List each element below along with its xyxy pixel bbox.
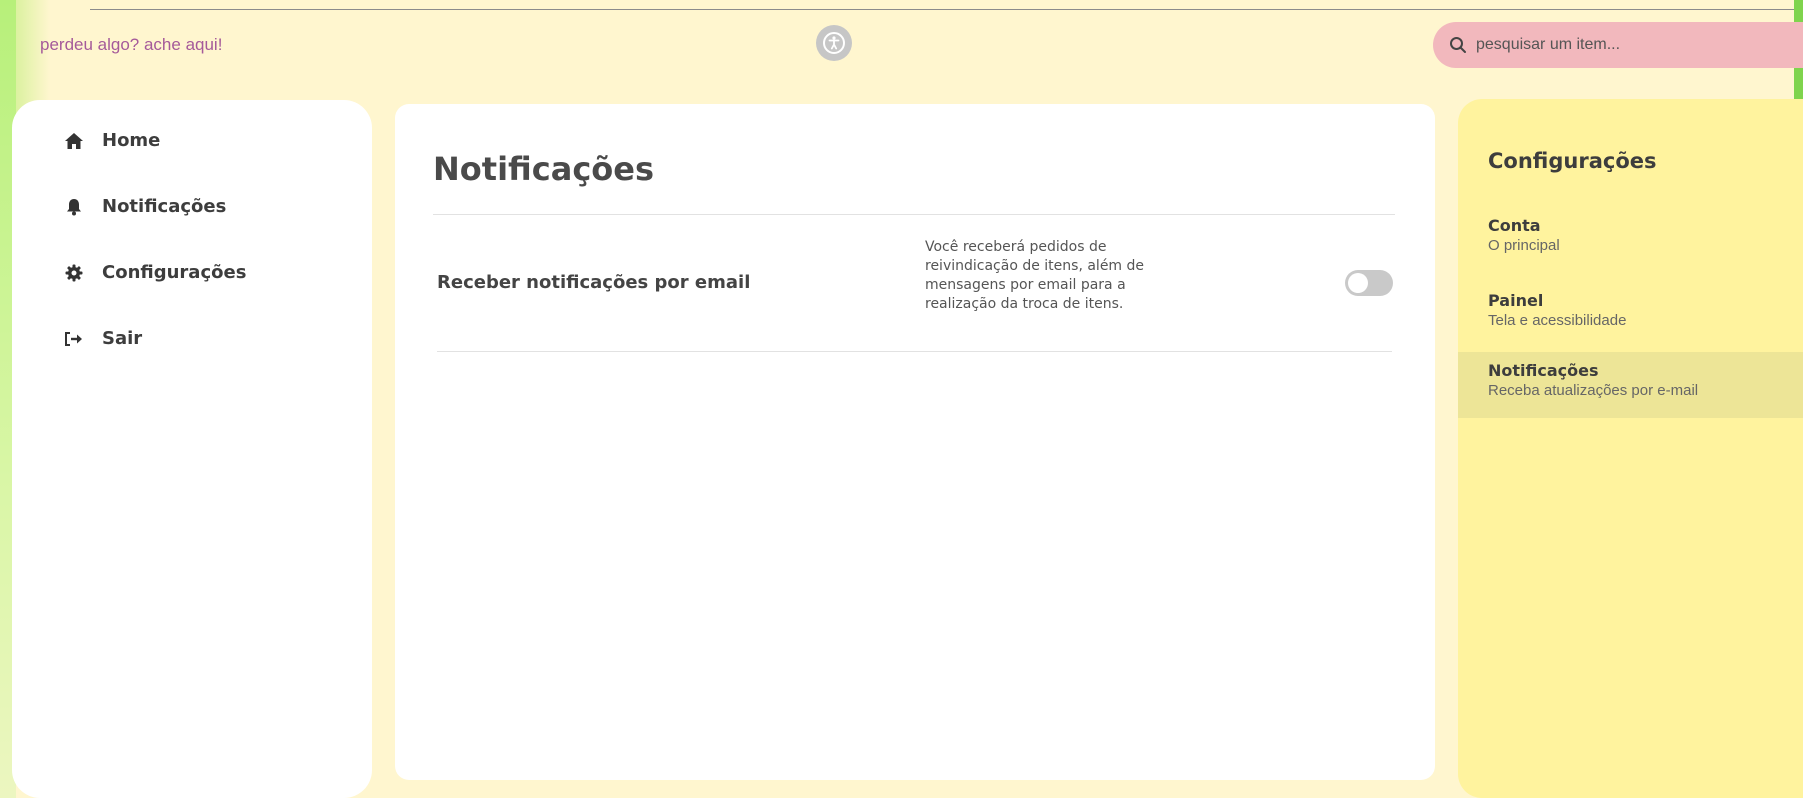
settings-item-title: Notificações bbox=[1488, 361, 1599, 380]
top-border-line bbox=[90, 9, 1794, 10]
sidebar-item-label: Home bbox=[102, 130, 161, 151]
sidebar-item-notificacoes[interactable]: Notificações bbox=[64, 196, 226, 217]
sidebar-item-label: Notificações bbox=[102, 196, 227, 217]
settings-item-subtitle: O principal bbox=[1488, 237, 1560, 254]
accessibility-button[interactable] bbox=[816, 25, 852, 61]
settings-item-notificacoes[interactable]: Notificações Receba atualizações por e-m… bbox=[1458, 352, 1803, 418]
sidebar-item-label: Configurações bbox=[102, 262, 247, 283]
title-divider bbox=[433, 214, 1395, 215]
sign-out-icon bbox=[64, 329, 84, 349]
sidebar-item-home[interactable]: Home bbox=[64, 130, 160, 151]
main-card: Notificações Receber notificações por em… bbox=[395, 104, 1435, 780]
home-icon bbox=[64, 131, 84, 151]
settings-item-subtitle: Tela e acessibilidade bbox=[1488, 312, 1627, 329]
settings-panel: Configurações Conta O principal Painel T… bbox=[1458, 99, 1803, 798]
settings-item-subtitle: Receba atualizações por e-mail bbox=[1488, 382, 1699, 399]
bell-icon bbox=[64, 197, 84, 217]
sidebar-item-label: Sair bbox=[102, 328, 143, 349]
settings-item-title: Conta bbox=[1488, 216, 1541, 235]
search-bar[interactable] bbox=[1433, 22, 1803, 68]
sidebar-nav: Home Notificações Configurações Sair bbox=[12, 100, 372, 798]
search-icon bbox=[1450, 37, 1466, 53]
email-notification-toggle[interactable] bbox=[1345, 270, 1393, 296]
gear-icon bbox=[64, 263, 84, 283]
settings-item-title: Painel bbox=[1488, 291, 1544, 310]
toggle-knob bbox=[1348, 273, 1368, 293]
email-notification-label: Receber notificações por email bbox=[437, 272, 751, 293]
accessibility-icon bbox=[823, 32, 845, 54]
sidebar-item-configuracoes[interactable]: Configurações bbox=[64, 262, 246, 283]
sidebar-item-sair[interactable]: Sair bbox=[64, 328, 142, 349]
settings-item-painel[interactable]: Painel Tela e acessibilidade bbox=[1458, 282, 1803, 338]
search-input[interactable] bbox=[1476, 36, 1766, 54]
site-tagline[interactable]: perdeu algo? ache aqui! bbox=[40, 35, 222, 55]
email-notification-description: Você receberá pedidos de reivindicação d… bbox=[925, 239, 1145, 312]
page-title: Notificações bbox=[433, 150, 655, 188]
settings-item-conta[interactable]: Conta O principal bbox=[1458, 207, 1803, 263]
setting-divider bbox=[437, 351, 1392, 352]
settings-panel-title: Configurações bbox=[1488, 149, 1657, 173]
